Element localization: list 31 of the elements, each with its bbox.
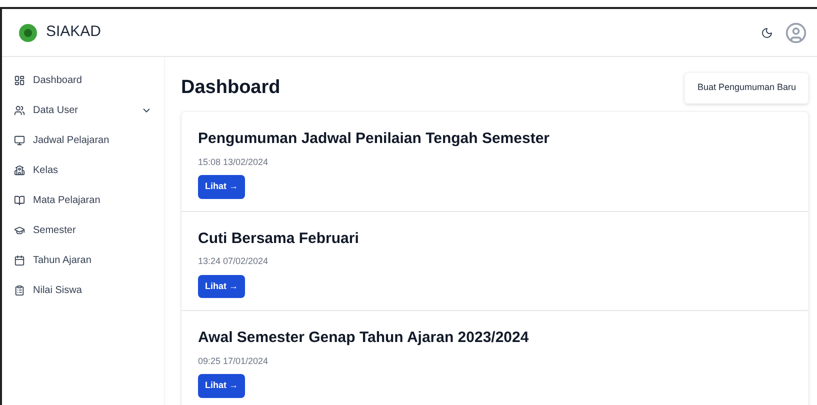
menu-icon bbox=[14, 284, 25, 296]
announcement-date: 09:25 17/01/2024 bbox=[198, 354, 270, 368]
create-announcement-button[interactable]: Buat Pengumuman Baru bbox=[684, 72, 809, 104]
view-button[interactable]: Lihat → bbox=[198, 374, 245, 398]
view-button[interactable]: Lihat → bbox=[198, 274, 245, 298]
theme-toggle-icon[interactable] bbox=[761, 26, 773, 38]
menu-icon bbox=[14, 224, 25, 236]
sidebar-item[interactable]: Tahun Ajaran bbox=[14, 245, 152, 275]
sidebar-item[interactable]: Kelas bbox=[14, 155, 152, 185]
menu-icon bbox=[14, 254, 25, 266]
avatar-icon[interactable] bbox=[785, 22, 807, 44]
sidebar-item[interactable]: Nilai Siswa bbox=[14, 275, 152, 305]
sidebar-item[interactable]: Jadwal Pelajaran bbox=[14, 125, 152, 155]
menu-icon bbox=[14, 194, 25, 206]
logo-icon bbox=[18, 22, 38, 42]
sidebar-item[interactable]: Dashboard bbox=[14, 65, 152, 95]
announcement-date: 15:08 13/02/2024 bbox=[198, 156, 270, 168]
sidebar-item[interactable]: Semester bbox=[14, 215, 152, 245]
brand-name: SIAKAD bbox=[46, 22, 102, 42]
sidebar-item[interactable]: Mata Pelajaran bbox=[14, 185, 152, 215]
menu-icon bbox=[14, 74, 25, 86]
announcement-title: Cuti Bersama Februari bbox=[198, 228, 360, 248]
menu-icon bbox=[14, 104, 25, 116]
page-title: Dashboard bbox=[181, 76, 280, 100]
sidebar-item[interactable]: Data User bbox=[14, 95, 152, 125]
announcement-title: Awal Semester Genap Tahun Ajaran 2023/2024 bbox=[198, 328, 530, 348]
menu-icon bbox=[14, 134, 25, 146]
announcement-date: 13:24 07/02/2024 bbox=[198, 255, 270, 268]
view-button[interactable]: Lihat → bbox=[198, 175, 245, 198]
menu-icon bbox=[14, 164, 25, 176]
announcement-title: Pengumuman Jadwal Penilaian Tengah Semester bbox=[198, 129, 550, 149]
